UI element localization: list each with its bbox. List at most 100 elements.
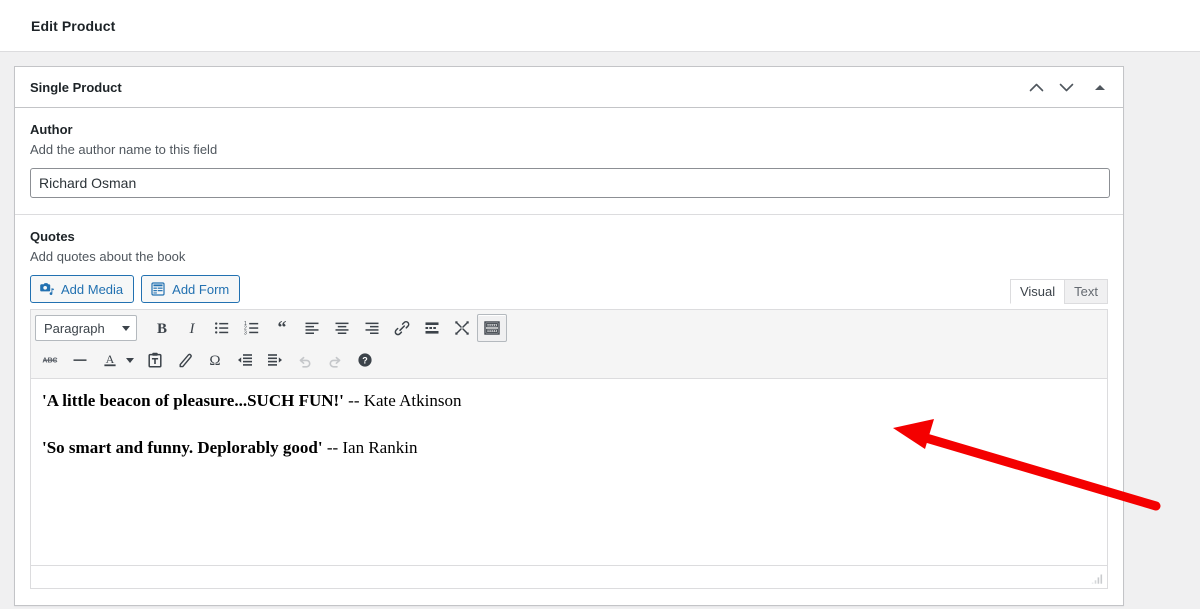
outdent-button[interactable] [230, 346, 260, 374]
bold-icon: B [157, 321, 167, 337]
toolbar-toggle-button[interactable] [477, 314, 507, 342]
quote-attribution: -- Ian Rankin [322, 437, 418, 457]
editor-mode-tabs: Visual Text [1009, 279, 1108, 304]
editor-content-area[interactable]: 'A little beacon of pleasure...SUCH FUN!… [31, 379, 1107, 565]
chevron-down-icon [122, 325, 130, 331]
svg-text:I: I [189, 321, 196, 337]
metabox-actions [1021, 72, 1115, 102]
bulleted-list-button[interactable] [207, 314, 237, 342]
link-button[interactable] [387, 314, 417, 342]
author-description: Add the author name to this field [30, 142, 218, 157]
italic-icon: I [189, 321, 196, 337]
strikethrough-button[interactable]: ABC [35, 346, 65, 374]
quote-attribution: -- Kate Atkinson [343, 391, 462, 410]
align-center-button[interactable] [327, 314, 357, 342]
align-right-icon [365, 322, 379, 334]
tab-text[interactable]: Text [1064, 279, 1108, 304]
outdent-icon [238, 354, 252, 366]
blockquote-icon: “ [278, 319, 287, 337]
add-media-icon [40, 283, 54, 295]
clear-formatting-button[interactable] [170, 346, 200, 374]
chevron-down-icon [1059, 83, 1073, 91]
page-title: Edit Product [31, 17, 116, 34]
editor-toolbar-group: Paragraph B I 1 2 3 “ ABC A Ω ? [31, 310, 1107, 379]
strikethrough-icon: ABC [42, 358, 57, 365]
numbered-list-icon: 1 2 3 [244, 321, 259, 336]
move-down-button[interactable] [1051, 72, 1081, 102]
tab-visual[interactable]: Visual [1009, 279, 1066, 304]
editor-paragraph: 'A little beacon of pleasure...SUCH FUN!… [42, 389, 1096, 414]
quote-text: 'So smart and funny. Deplorably good' [42, 437, 323, 457]
text-color-control[interactable]: A [95, 346, 140, 374]
chevron-down-icon [126, 357, 134, 363]
fullscreen-icon [455, 321, 469, 335]
paste-as-text-icon [148, 352, 162, 368]
add-form-label: Add Form [172, 281, 230, 297]
special-character-button[interactable]: Ω [200, 346, 230, 374]
fullscreen-button[interactable] [447, 314, 477, 342]
bold-button[interactable]: B [147, 314, 177, 342]
read-more-button[interactable] [417, 314, 447, 342]
redo-button[interactable] [320, 346, 350, 374]
quotes-label: Quotes [30, 229, 75, 244]
svg-text:Ω: Ω [209, 353, 220, 369]
quotes-field-row: Quotes Add quotes about the book Add Med… [15, 215, 1123, 605]
move-up-button[interactable] [1021, 72, 1051, 102]
toolbar-toggle-icon [484, 321, 500, 335]
add-media-button[interactable]: Add Media [30, 275, 135, 303]
clear-formatting-icon [179, 353, 192, 368]
chevron-up-icon [1029, 83, 1043, 91]
quotes-description: Add quotes about the book [30, 249, 186, 264]
indent-icon [268, 354, 282, 366]
italic-button[interactable]: I [177, 314, 207, 342]
metabox-header: Single Product [15, 67, 1123, 108]
text-color-button[interactable]: A [95, 346, 125, 374]
quote-text: 'A little beacon of pleasure...SUCH FUN!… [42, 391, 344, 410]
editor-top-row: Add Media Add Form Visual Text [30, 275, 1108, 304]
toggle-panel-button[interactable] [1085, 72, 1115, 102]
format-select-value: Paragraph [44, 320, 105, 336]
undo-icon [299, 356, 311, 368]
top-bar: Edit Product [0, 0, 1200, 52]
metabox-title: Single Product [30, 79, 122, 95]
resize-handle[interactable] [1090, 572, 1104, 586]
align-center-icon [335, 322, 349, 334]
numbered-list-button[interactable]: 1 2 3 [237, 314, 267, 342]
align-right-button[interactable] [357, 314, 387, 342]
align-left-button[interactable] [297, 314, 327, 342]
format-select[interactable]: Paragraph [35, 315, 137, 341]
single-product-metabox: Single Product Author Add the author nam… [14, 66, 1124, 606]
add-media-label: Add Media [61, 281, 124, 297]
svg-text:B: B [157, 321, 167, 337]
editor-statusbar [31, 565, 1107, 588]
text-color-icon: A [104, 352, 116, 367]
media-buttons: Add Media Add Form [30, 275, 241, 303]
svg-text:3: 3 [244, 330, 247, 336]
read-more-icon [425, 322, 439, 334]
svg-text:A: A [106, 352, 115, 366]
help-button[interactable]: ? [350, 346, 380, 374]
triangle-up-icon [1095, 84, 1105, 90]
svg-text:?: ? [362, 356, 368, 366]
blockquote-button[interactable]: “ [267, 314, 297, 342]
page-canvas: Single Product Author Add the author nam… [0, 52, 1200, 606]
add-form-icon [151, 282, 165, 296]
author-field-row: Author Add the author name to this field [15, 108, 1123, 215]
horizontal-rule-button[interactable] [65, 346, 95, 374]
author-input[interactable] [30, 168, 1110, 198]
paste-as-text-button[interactable] [140, 346, 170, 374]
add-form-button[interactable]: Add Form [141, 275, 241, 303]
author-label: Author [30, 122, 73, 137]
tinymce-editor: Paragraph B I 1 2 3 “ ABC A Ω ? 'A littl… [30, 309, 1108, 589]
align-left-icon [305, 322, 319, 334]
svg-text:“: “ [278, 319, 287, 337]
editor-toolbar-row-2: ABC A Ω ? [35, 344, 1105, 376]
help-icon: ? [358, 353, 372, 367]
bulleted-list-icon [215, 322, 229, 334]
indent-button[interactable] [260, 346, 290, 374]
svg-text:ABC: ABC [42, 358, 57, 365]
editor-toolbar-row-1: Paragraph B I 1 2 3 “ [35, 312, 1105, 344]
editor-paragraph: 'So smart and funny. Deplorably good' --… [42, 436, 1096, 461]
redo-icon [329, 356, 341, 368]
undo-button[interactable] [290, 346, 320, 374]
